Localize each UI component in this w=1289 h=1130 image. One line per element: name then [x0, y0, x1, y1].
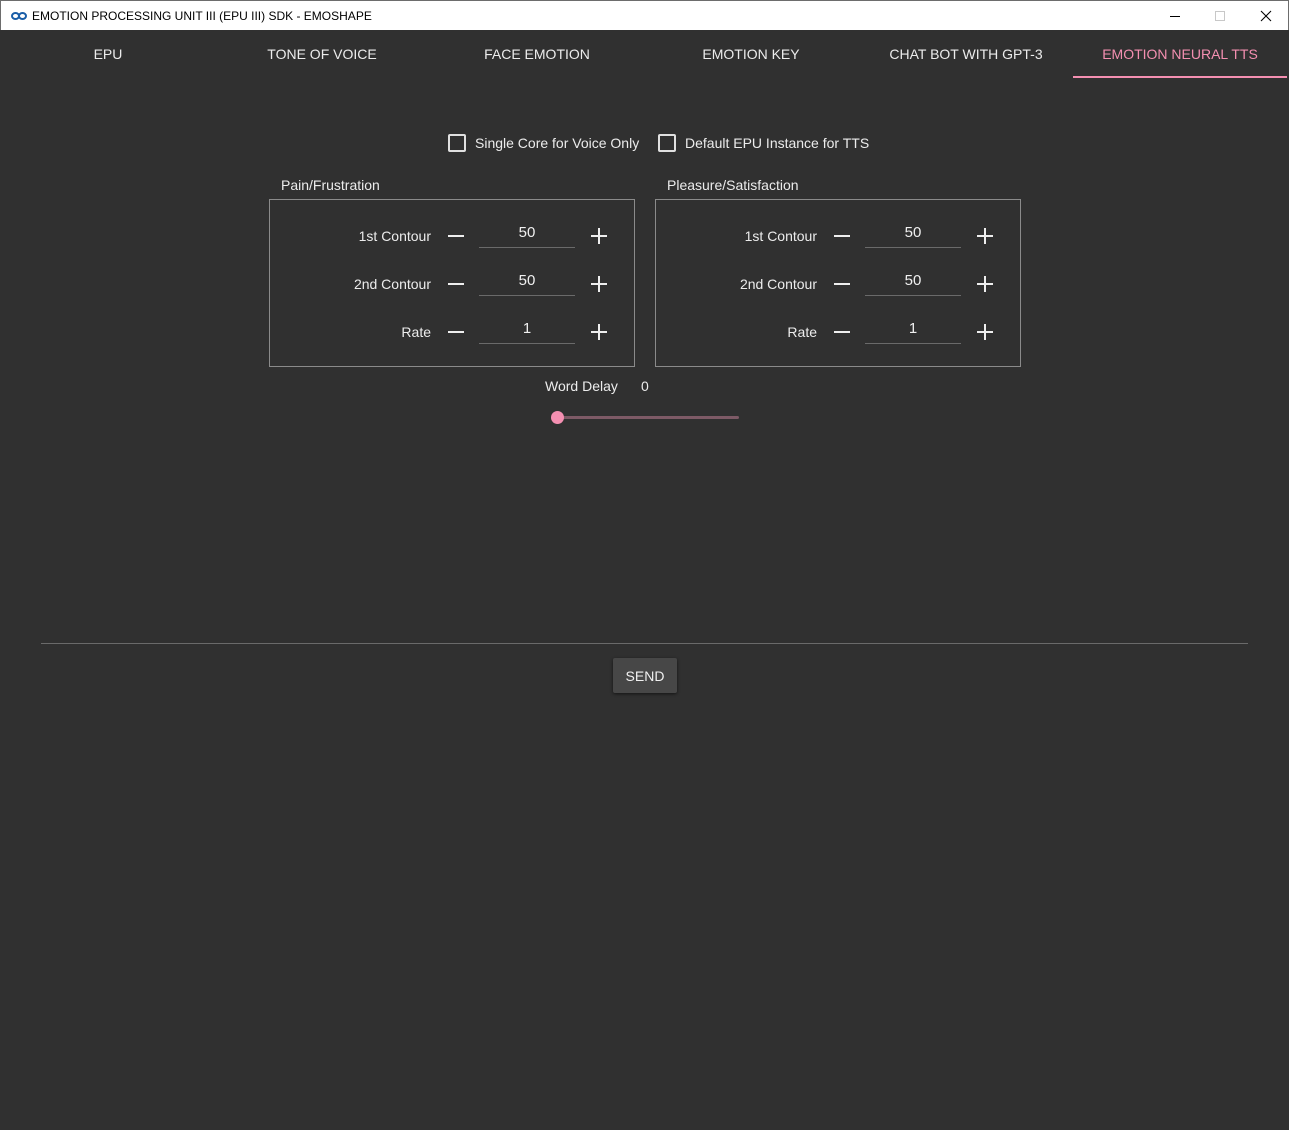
pleasure-group-title: Pleasure/Satisfaction: [667, 177, 799, 193]
tab-face-emotion[interactable]: FACE EMOTION: [430, 30, 644, 78]
pain-second-contour-row: 2nd Contour: [270, 264, 634, 304]
pain-first-contour-increment-button[interactable]: [587, 224, 611, 248]
tab-chat-bot[interactable]: CHAT BOT WITH GPT-3: [859, 30, 1073, 78]
pleasure-second-contour-row: 2nd Contour: [656, 264, 1020, 304]
close-button[interactable]: [1243, 1, 1289, 31]
plus-icon: [977, 324, 993, 340]
pleasure-first-contour-row: 1st Contour: [656, 216, 1020, 256]
tab-epu[interactable]: EPU: [1, 30, 215, 78]
single-core-option[interactable]: Single Core for Voice Only: [448, 133, 639, 153]
pain-first-contour-row: 1st Contour: [270, 216, 634, 256]
minimize-button[interactable]: [1152, 1, 1198, 31]
pleasure-first-contour-input[interactable]: [865, 218, 961, 248]
default-instance-checkbox[interactable]: [658, 134, 676, 152]
pleasure-first-contour-decrement-button[interactable]: [830, 224, 854, 248]
word-delay-slider-track[interactable]: [557, 416, 739, 419]
pain-second-contour-increment-button[interactable]: [587, 272, 611, 296]
tab-bar: EPU TONE OF VOICE FACE EMOTION EMOTION K…: [1, 30, 1288, 78]
pleasure-first-contour-label: 1st Contour: [744, 228, 817, 244]
minus-icon: [448, 331, 464, 333]
close-icon: [1260, 10, 1272, 22]
plus-icon: [591, 276, 607, 292]
pain-second-contour-input[interactable]: [479, 266, 575, 296]
minus-icon: [834, 331, 850, 333]
default-instance-option[interactable]: Default EPU Instance for TTS: [658, 133, 869, 153]
single-core-label: Single Core for Voice Only: [475, 135, 640, 151]
pain-second-contour-label: 2nd Contour: [353, 276, 431, 292]
minus-icon: [448, 235, 464, 237]
plus-icon: [591, 324, 607, 340]
pleasure-second-contour-input[interactable]: [865, 266, 961, 296]
infinity-logo-icon: [11, 12, 27, 20]
plus-icon: [977, 276, 993, 292]
pleasure-rate-label: Rate: [787, 324, 817, 340]
pain-frustration-group: 1st Contour 2nd Contour Rate: [269, 199, 635, 367]
minus-icon: [834, 235, 850, 237]
pain-first-contour-decrement-button[interactable]: [444, 224, 468, 248]
pleasure-first-contour-increment-button[interactable]: [973, 224, 997, 248]
pain-rate-label: Rate: [401, 324, 431, 340]
word-delay-value: 0: [641, 378, 649, 394]
pain-rate-input[interactable]: [479, 314, 575, 344]
single-core-checkbox[interactable]: [448, 134, 466, 152]
pleasure-second-contour-label: 2nd Contour: [739, 276, 817, 292]
pleasure-rate-row: Rate: [656, 312, 1020, 352]
maximize-button[interactable]: [1197, 1, 1243, 31]
default-instance-label: Default EPU Instance for TTS: [685, 135, 870, 151]
pleasure-rate-increment-button[interactable]: [973, 320, 997, 344]
divider: [41, 643, 1248, 644]
pain-rate-row: Rate: [270, 312, 634, 352]
pain-rate-increment-button[interactable]: [587, 320, 611, 344]
title-bar: EMOTION PROCESSING UNIT III (EPU III) SD…: [0, 0, 1289, 30]
plus-icon: [591, 228, 607, 244]
window-title: EMOTION PROCESSING UNIT III (EPU III) SD…: [32, 9, 372, 23]
pleasure-rate-decrement-button[interactable]: [830, 320, 854, 344]
minus-icon: [834, 283, 850, 285]
pleasure-rate-input[interactable]: [865, 314, 961, 344]
tab-emotion-key[interactable]: EMOTION KEY: [644, 30, 858, 78]
pain-second-contour-decrement-button[interactable]: [444, 272, 468, 296]
minus-icon: [448, 283, 464, 285]
pain-rate-decrement-button[interactable]: [444, 320, 468, 344]
word-delay-slider-thumb[interactable]: [551, 411, 564, 424]
minimize-icon: [1170, 16, 1180, 17]
tab-tone-of-voice[interactable]: TONE OF VOICE: [215, 30, 429, 78]
pain-first-contour-input[interactable]: [479, 218, 575, 248]
tab-emotion-neural-tts[interactable]: EMOTION NEURAL TTS: [1073, 30, 1287, 78]
pleasure-second-contour-decrement-button[interactable]: [830, 272, 854, 296]
send-button[interactable]: SEND: [613, 658, 677, 693]
word-delay-label: Word Delay: [545, 378, 618, 394]
pleasure-satisfaction-group: 1st Contour 2nd Contour Rate: [655, 199, 1021, 367]
maximize-icon: [1215, 11, 1225, 21]
pain-group-title: Pain/Frustration: [281, 177, 380, 193]
pleasure-second-contour-increment-button[interactable]: [973, 272, 997, 296]
word-delay-slider[interactable]: [551, 410, 741, 426]
pain-first-contour-label: 1st Contour: [358, 228, 431, 244]
plus-icon: [977, 228, 993, 244]
